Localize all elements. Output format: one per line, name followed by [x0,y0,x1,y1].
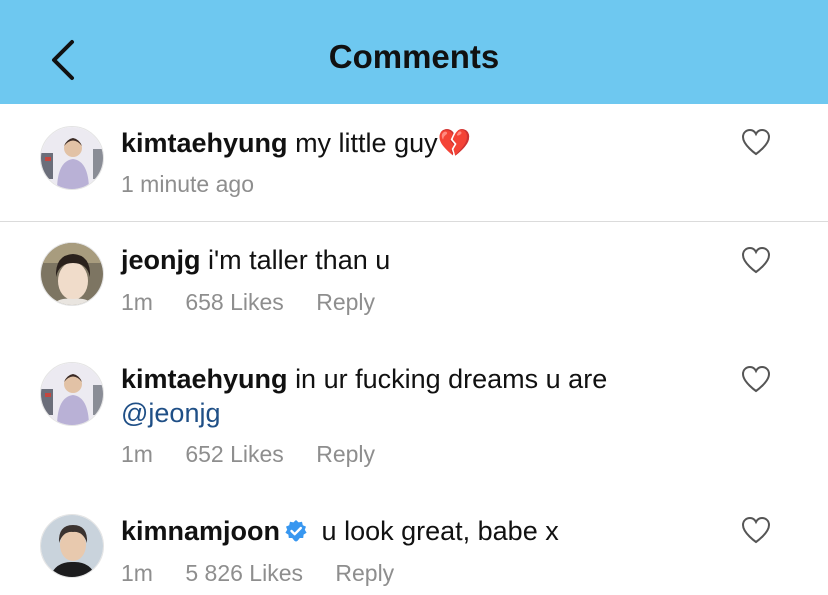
comment-time: 1m [121,441,153,467]
caption-row: kimtaehyung my little guy💔 1 minute ago [0,104,828,221]
verified-badge-icon [285,520,307,542]
caption-meta: 1 minute ago [121,171,280,198]
heart-outline-icon [741,128,771,156]
header-bar: Comments [0,0,828,104]
like-button[interactable] [741,128,771,156]
comment-username[interactable]: kimnamjoon [121,516,280,546]
comment-text: i'm taller than u [208,245,391,275]
comment-meta: 1m 658 Likes Reply [121,289,401,316]
reply-button[interactable]: Reply [316,289,375,315]
avatar-jeonjg[interactable] [40,242,104,306]
caption-text: my little guy💔 [295,128,472,158]
comment-username[interactable]: kimtaehyung [121,364,288,394]
comment-row: kimnamjoon u look great, babe x 1m 5 826… [0,490,828,595]
comment-row: kimtaehyung in ur fucking dreams u are @… [0,342,828,490]
reply-button[interactable]: Reply [335,560,394,586]
mention-link[interactable]: @jeonjg [121,396,220,430]
caption-username[interactable]: kimtaehyung [121,128,288,158]
comment-text: in ur fucking dreams u are [295,364,608,394]
page-title: Comments [328,38,500,75]
likes-count[interactable]: 652 Likes [185,441,283,467]
like-button[interactable] [741,516,771,544]
heart-outline-icon [741,516,771,544]
comment-row: jeonjg i'm taller than u 1m 658 Likes Re… [0,222,828,342]
reply-button[interactable]: Reply [316,441,375,467]
avatar-kimnamjoon[interactable] [40,514,104,578]
avatar-kimtaehyung[interactable] [40,126,104,190]
comment-text-line: jeonjg i'm taller than u [121,243,390,277]
likes-count[interactable]: 658 Likes [185,289,283,315]
comment-time: 1m [121,289,153,315]
like-button[interactable] [741,365,771,393]
comment-text-line: kimnamjoon u look great, babe x [121,514,559,548]
heart-outline-icon [741,365,771,393]
comment-meta: 1m 5 826 Likes Reply [121,560,420,587]
comment-meta: 1m 652 Likes Reply [121,441,401,468]
likes-count[interactable]: 5 826 Likes [185,560,303,586]
caption-time: 1 minute ago [121,171,254,197]
comment-username[interactable]: jeonjg [121,245,201,275]
like-button[interactable] [741,246,771,274]
heart-outline-icon [741,246,771,274]
comment-text: u look great, babe x [321,516,559,546]
avatar-kimtaehyung[interactable] [40,362,104,426]
comment-time: 1m [121,560,153,586]
caption-text-line: kimtaehyung my little guy💔 [121,126,471,160]
comment-text-line: kimtaehyung in ur fucking dreams u are [121,362,607,396]
